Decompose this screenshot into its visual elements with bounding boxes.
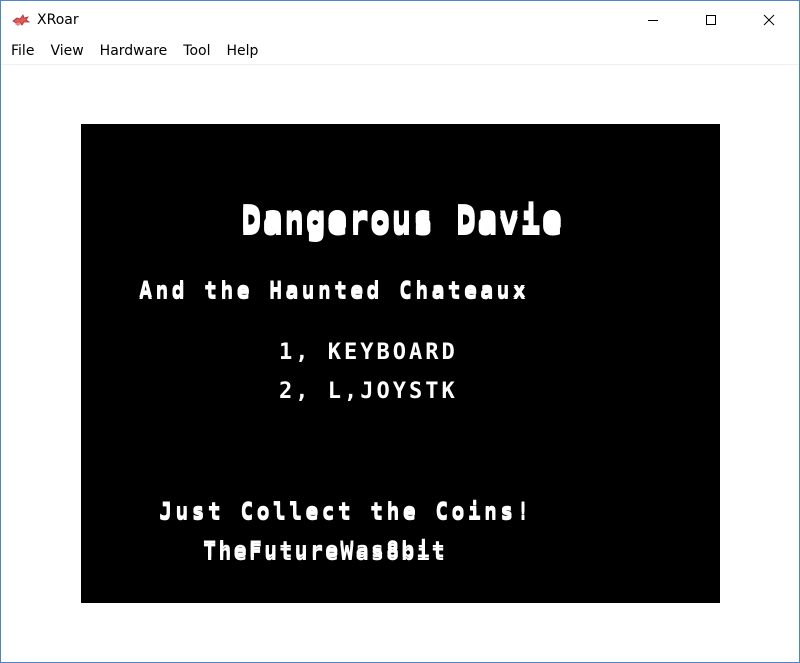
minimize-button[interactable] xyxy=(630,1,676,39)
window-title: XRoar xyxy=(37,12,79,28)
emulator-screen[interactable]: Dangerous Davie And the Haunted Chateaux… xyxy=(81,124,720,603)
close-button[interactable] xyxy=(746,1,792,39)
emulator-client-area[interactable]: Dangerous Davie And the Haunted Chateaux… xyxy=(1,65,799,662)
menu-hardware[interactable]: Hardware xyxy=(92,39,176,64)
menu-option-keyboard: 1, KEYBOARD xyxy=(279,340,458,365)
menu-view[interactable]: View xyxy=(42,39,91,64)
menu-tool[interactable]: Tool xyxy=(175,39,218,64)
xroar-dragon-icon[interactable] xyxy=(12,12,31,28)
maximize-icon xyxy=(705,11,717,30)
maximize-button[interactable] xyxy=(688,1,734,39)
menu-file[interactable]: File xyxy=(1,39,42,64)
game-subtitle: And the Haunted Chateaux xyxy=(139,278,529,303)
minimize-icon xyxy=(647,11,659,30)
menu-option-joystick: 2, L,JOYSTK xyxy=(279,379,458,404)
app-window: XRoar File View Hardware Tool Help Dange… xyxy=(0,0,800,663)
close-icon xyxy=(763,11,775,30)
title-bar[interactable]: XRoar xyxy=(1,1,799,39)
game-tagline: Just Collect the Coins! xyxy=(159,499,533,524)
game-credit: TheFutureWas8bit xyxy=(203,538,447,563)
menu-help[interactable]: Help xyxy=(218,39,266,64)
game-title: Dangerous Davie xyxy=(241,198,564,238)
menu-bar: File View Hardware Tool Help xyxy=(1,39,799,65)
